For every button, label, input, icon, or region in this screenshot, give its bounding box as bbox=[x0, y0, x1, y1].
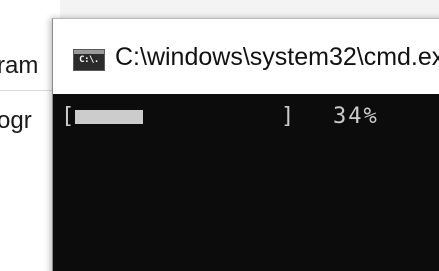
background-window-divider bbox=[0, 90, 60, 91]
progress-fill bbox=[75, 110, 143, 124]
progress-percent: 34% bbox=[333, 104, 379, 129]
background-window: ram ogr bbox=[0, 0, 60, 271]
background-window-text-2: ogr bbox=[0, 107, 32, 134]
progress-bar bbox=[75, 110, 275, 124]
console-titlebar[interactable]: C:\. C:\windows\system32\cmd.exe bbox=[53, 19, 439, 94]
progress-open-bracket: [ bbox=[61, 104, 75, 129]
cmd-icon[interactable]: C:\. bbox=[73, 49, 105, 71]
background-window-text-1: ram bbox=[0, 52, 39, 79]
progress-close-bracket: ] bbox=[281, 104, 295, 129]
window-title: C:\windows\system32\cmd.exe bbox=[115, 43, 439, 71]
console-output[interactable]: [ ] 34% bbox=[53, 96, 439, 271]
screen: ram ogr C:\. C:\windows\system32\cmd.exe… bbox=[0, 0, 439, 271]
console-window[interactable]: C:\. C:\windows\system32\cmd.exe [ ] 34% bbox=[52, 18, 439, 271]
